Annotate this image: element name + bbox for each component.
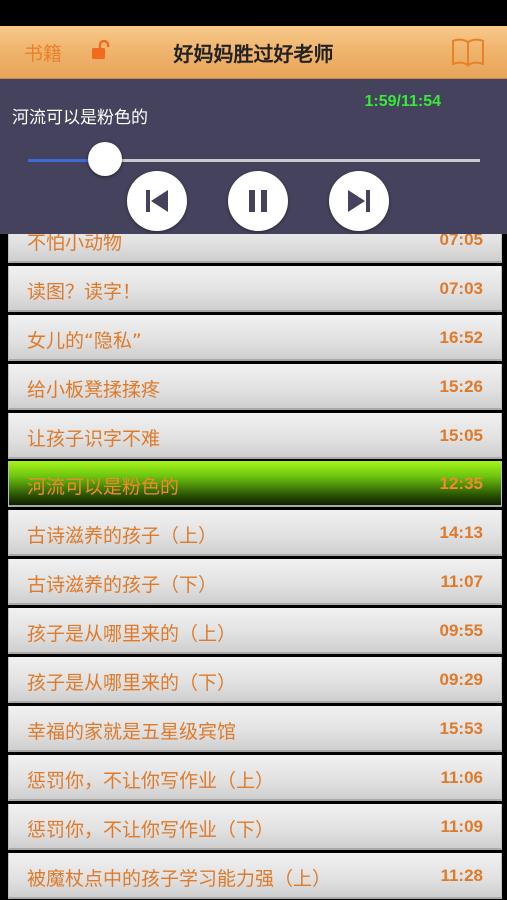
status-bar — [0, 0, 507, 26]
track-title: 惩罚你，不让你写作业（下） — [27, 819, 275, 841]
track-title: 幸福的家就是五星级宾馆 — [27, 721, 237, 743]
track-title: 被魔杖点中的孩子学习能力强（上） — [27, 868, 332, 890]
track-row[interactable]: 被魔杖点中的孩子学习能力强（上） 11:28 — [8, 853, 502, 899]
track-title: 读图？读字！ — [27, 281, 142, 303]
book-icon[interactable] — [451, 37, 485, 67]
track-duration: 07:03 — [439, 279, 483, 298]
nav-bar: 书籍 好妈妈胜过好老师 — [0, 26, 507, 79]
track-row[interactable]: 惩罚你，不让你写作业（下） 11:09 — [8, 804, 502, 850]
track-row[interactable]: 孩子是从哪里来的（下） 09:29 — [8, 657, 502, 703]
track-duration: 12:35 — [439, 474, 483, 493]
track-duration: 14:13 — [439, 523, 483, 542]
track-row-active[interactable]: 河流可以是粉色的 12:35 — [8, 461, 502, 507]
track-row[interactable]: 读图？读字！ 07:03 — [8, 266, 502, 312]
track-row[interactable]: 女儿的“隐私” 16:52 — [8, 315, 502, 361]
track-duration: 09:29 — [439, 670, 483, 689]
track-title: 河流可以是粉色的 — [27, 476, 180, 498]
track-row[interactable]: 给小板凳揉揉疼 15:26 — [8, 364, 502, 410]
track-duration: 15:53 — [439, 719, 483, 738]
track-duration: 07:05 — [439, 234, 483, 249]
pause-button[interactable] — [228, 171, 288, 231]
track-row[interactable]: 古诗滋养的孩子（下） 11:07 — [8, 559, 502, 605]
track-title: 古诗滋养的孩子（下） — [27, 574, 218, 596]
track-duration: 09:55 — [439, 621, 483, 640]
track-duration: 16:52 — [439, 328, 483, 347]
track-title: 让孩子识字不难 — [27, 428, 161, 450]
previous-button[interactable] — [127, 171, 187, 231]
track-title: 孩子是从哪里来的（下） — [27, 672, 237, 694]
track-title: 女儿的“隐私” — [27, 330, 142, 352]
track-title: 孩子是从哪里来的（上） — [27, 623, 237, 645]
track-title: 给小板凳揉揉疼 — [27, 379, 161, 401]
skip-previous-icon — [146, 190, 168, 212]
track-duration: 11:07 — [440, 572, 483, 591]
track-row[interactable]: 不怕小动物 07:05 — [8, 234, 502, 263]
track-row[interactable]: 惩罚你，不让你写作业（上） 11:06 — [8, 755, 502, 801]
now-playing-title: 河流可以是粉色的 — [12, 108, 148, 128]
track-title: 不怕小动物 — [27, 234, 123, 254]
track-duration: 11:09 — [440, 817, 483, 836]
track-list[interactable]: 不怕小动物 07:05 读图？读字！ 07:03 女儿的“隐私” 16:52 给小板凳揉揉疼… — [8, 234, 502, 900]
page-title: 好妈妈胜过好老师 — [173, 42, 334, 66]
track-duration: 11:06 — [440, 768, 483, 787]
track-row[interactable]: 孩子是从哪里来的（上） 09:55 — [8, 608, 502, 654]
progress-knob[interactable] — [87, 142, 122, 176]
track-row[interactable]: 古诗滋养的孩子（上） 14:13 — [8, 510, 502, 556]
track-row[interactable]: 让孩子识字不难 15:05 — [8, 413, 502, 459]
track-title: 古诗滋养的孩子（上） — [27, 525, 218, 547]
skip-next-icon — [348, 190, 370, 212]
next-button[interactable] — [329, 171, 389, 231]
player-panel: 河流可以是粉色的 1:59/11:54 — [0, 79, 507, 234]
track-duration: 15:26 — [439, 377, 483, 396]
track-duration: 15:05 — [439, 426, 483, 445]
playback-time: 1:59/11:54 — [364, 93, 441, 110]
track-duration: 11:28 — [440, 866, 483, 885]
track-row[interactable]: 幸福的家就是五星级宾馆 15:53 — [8, 706, 502, 752]
track-title: 惩罚你，不让你写作业（上） — [27, 770, 275, 792]
pause-icon — [249, 190, 267, 212]
